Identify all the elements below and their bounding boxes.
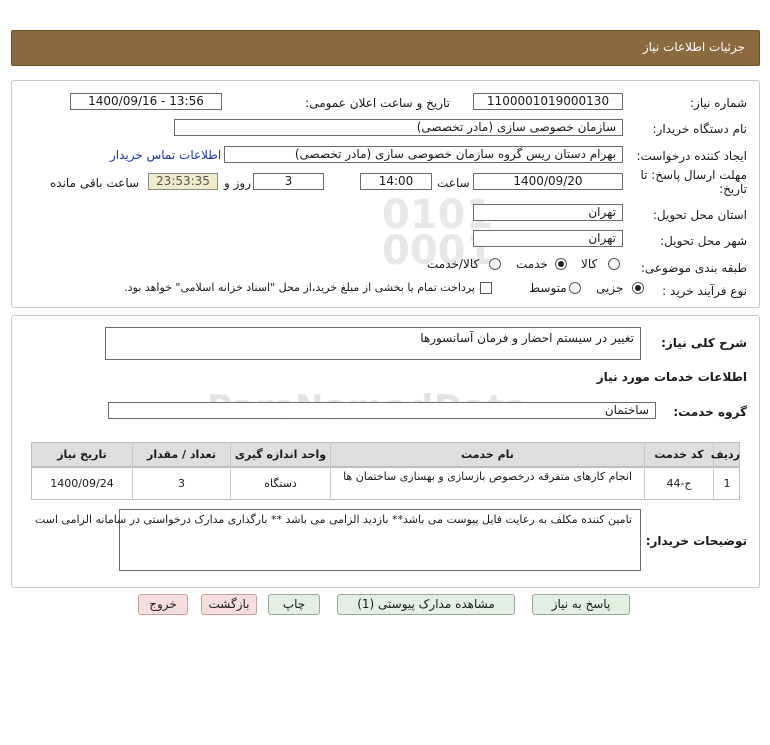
col-header-unit: واحد اندازه گیری	[234, 448, 327, 461]
city-label: شهر محل تحویل:	[660, 234, 747, 248]
need-number-label: شماره نیاز:	[690, 96, 747, 110]
services-section-title: اطلاعات خدمات مورد نیاز	[596, 370, 747, 384]
buyer-org-label: نام دستگاه خریدار:	[652, 122, 748, 136]
province-field: تهران	[473, 204, 623, 221]
time-label: ساعت	[437, 176, 470, 190]
service-group-label: گروه خدمت:	[673, 405, 747, 419]
print-button[interactable]: چاپ	[268, 594, 320, 615]
cell-service-name: انجام کارهای متفرقه درخصوص بازسازی و بهس…	[343, 470, 632, 483]
cell-row-number: 1	[723, 477, 731, 490]
buyer-notes-label: توضیحات خریدار:	[645, 534, 747, 548]
cell-quantity: 3	[178, 477, 185, 490]
category-radio-service[interactable]	[555, 258, 567, 270]
announce-label: تاریخ و ساعت اعلان عمومی:	[305, 96, 450, 110]
days-label: روز و	[224, 176, 251, 190]
back-button[interactable]: بازگشت	[201, 594, 257, 615]
category-radio-goods[interactable]	[608, 258, 620, 270]
buyer-contact-link[interactable]: اطلاعات تماس خریدار	[110, 148, 221, 162]
creator-field: بهرام دستان ریس گروه سازمان خصوصی سازی (…	[224, 146, 623, 163]
category-option-service: خدمت	[516, 257, 548, 271]
process-option-medium: متوسط	[529, 281, 567, 295]
cell-unit: دستگاه	[264, 477, 297, 490]
col-header-service-code: کد خدمت	[654, 448, 704, 461]
page-header: جزئیات اطلاعات نیاز	[11, 30, 760, 66]
reply-to-need-button[interactable]: پاسخ به نیاز	[532, 594, 630, 615]
process-radio-minor[interactable]	[632, 282, 644, 294]
treasury-payment-checkbox[interactable]	[480, 282, 492, 294]
category-radio-goods-service[interactable]	[489, 258, 501, 270]
category-label: طبقه بندی موضوعی:	[640, 261, 747, 275]
category-option-goods-service: کالا/خدمت	[427, 257, 480, 271]
deadline-time-field: 14:00	[360, 173, 432, 190]
col-header-quantity: تعداد / مقدار	[147, 448, 216, 461]
need-info-panel: 0101 0001 شماره نیاز: 1100001019000130 تا…	[11, 80, 760, 308]
payment-note: پرداخت تمام یا بخشی از مبلغ خرید،از محل …	[124, 281, 475, 294]
summary-label: شرح کلی نیاز:	[661, 336, 747, 350]
process-label: نوع فرآیند خرید :	[662, 284, 747, 298]
page-title: جزئیات اطلاعات نیاز	[642, 40, 745, 54]
service-group-field: ساختمان	[108, 402, 656, 419]
remaining-time-field: 23:53:35	[148, 173, 218, 190]
province-label: استان محل تحویل:	[652, 208, 747, 222]
announce-field: 1400/09/16 - 13:56	[70, 93, 222, 110]
deadline-label-line1: مهلت ارسال پاسخ: تا	[640, 168, 747, 182]
category-option-goods: کالا	[581, 257, 598, 271]
cell-need-date: 1400/09/24	[50, 477, 114, 490]
days-field: 3	[253, 173, 324, 190]
buyer-notes-box: تامین کننده مکلف به رعایت فایل پیوست می …	[35, 509, 641, 571]
need-number-field: 1100001019000130	[473, 93, 623, 110]
remaining-label: ساعت باقی مانده	[50, 176, 140, 190]
col-header-need-date: تاریخ نیاز	[57, 448, 107, 461]
col-header-service-name: نام خدمت	[461, 448, 514, 461]
deadline-label-line2: تاریخ:	[719, 182, 747, 196]
summary-box: تغییر در سیستم احضار و فرمان آسانسورها	[105, 327, 641, 360]
view-attachments-button[interactable]: مشاهده مدارک پیوستی (1)	[337, 594, 515, 615]
process-option-minor: جزیی	[596, 281, 624, 295]
city-field: تهران	[473, 230, 623, 247]
process-radio-medium[interactable]	[569, 282, 581, 294]
cell-service-code: ج-44	[666, 477, 692, 490]
deadline-label: مهلت ارسال پاسخ: تا تاریخ:	[640, 168, 747, 196]
buyer-org-field: سازمان خصوصی سازی (مادر تخصصی)	[174, 119, 623, 136]
creator-label: ایجاد کننده درخواست:	[636, 149, 747, 163]
exit-button[interactable]: خروج	[138, 594, 188, 615]
col-header-row-number: ردیف	[710, 448, 740, 461]
deadline-date-field: 1400/09/20	[473, 173, 623, 190]
need-details-panel: ParsNamadData شرح کلی نیاز: تغییر در سیس…	[11, 315, 760, 588]
